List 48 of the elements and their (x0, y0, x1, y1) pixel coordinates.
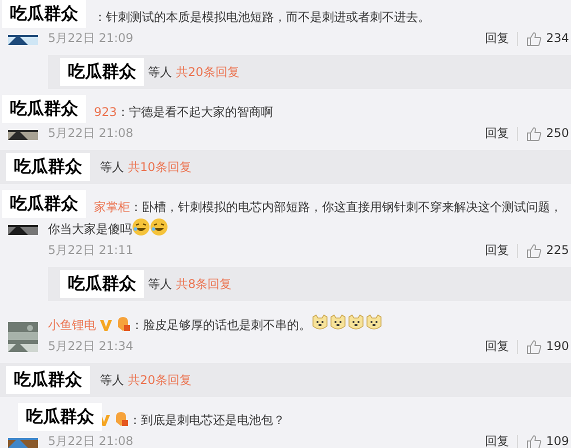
thumbs-up-icon (526, 338, 542, 354)
like-count: 234 (546, 30, 569, 47)
like-count: 190 (546, 338, 569, 355)
replies-link[interactable]: 共8条回复 (176, 277, 232, 291)
like-count: 250 (546, 125, 569, 142)
replies-label: 等人 (148, 65, 172, 79)
dog-face-icon (311, 314, 329, 332)
like-count: 109 (546, 433, 569, 448)
comment-date: 5月22日 21:11 (48, 242, 134, 259)
reply-link[interactable]: 回复 (485, 28, 510, 49)
replies-label: 等人 (100, 373, 124, 387)
thumbs-up-icon (526, 126, 542, 142)
dog-face-icon (365, 314, 383, 332)
dog-face-icon (347, 314, 365, 332)
thumbs-up-icon (526, 242, 542, 258)
comment-text: ：到底是刺电芯还是电池包？ (129, 413, 285, 427)
comment-date: 5月22日 21:08 (48, 433, 134, 448)
sticker-label: 吃瓜群众 (6, 366, 90, 394)
thumbs-up-icon (526, 434, 542, 448)
comment-text: ：针刺测试的本质是模拟电池短路，而不是刺进或者刺不进去。 (94, 10, 430, 24)
reply-link[interactable]: 回复 (485, 240, 510, 261)
replies-link[interactable]: 共10条回复 (128, 160, 192, 174)
replies-link[interactable]: 共20条回复 (176, 65, 240, 79)
username-link[interactable]: 家掌柜 (94, 200, 130, 214)
replies-label: 等人 (148, 277, 172, 291)
sticker-label: 吃瓜群众 (6, 153, 90, 181)
reply-link[interactable]: 回复 (485, 431, 510, 448)
sticker-label: 吃瓜群众 (2, 0, 86, 28)
reply-link[interactable]: 回复 (485, 336, 510, 357)
sticker-label: 吃瓜群众 (60, 270, 144, 298)
dog-face-icon (329, 314, 347, 332)
replies-link[interactable]: 共20条回复 (128, 373, 192, 387)
laughing-emoji-icon (132, 218, 150, 236)
username-link[interactable]: 923 (94, 105, 117, 119)
comment-text: 小鱼锂电 ：脸皮足够厚的话也是刺不串的。 (48, 314, 569, 336)
sticker-label: 吃瓜群众 (2, 95, 86, 123)
sticker-label: 吃瓜群众 (60, 58, 144, 86)
comment-date: 5月22日 21:08 (48, 125, 134, 142)
reply-link[interactable]: 回复 (485, 123, 510, 144)
laughing-emoji-icon (150, 218, 168, 236)
comment-date: 5月22日 21:34 (48, 338, 134, 355)
like-count: 225 (546, 242, 569, 259)
sticker-label: 吃瓜群众 (18, 403, 102, 431)
comment-date: 5月22日 21:09 (48, 30, 134, 47)
replies-label: 等人 (100, 160, 124, 174)
username-link[interactable]: 小鱼锂电 (48, 318, 96, 332)
sticker-label: 吃瓜群众 (2, 190, 86, 218)
thumbs-up-icon (526, 30, 542, 46)
